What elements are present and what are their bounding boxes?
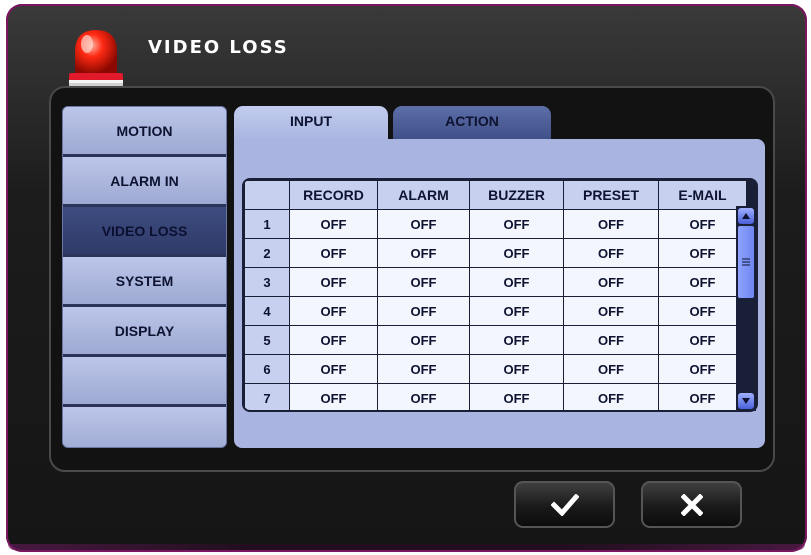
buzzer-cell[interactable]: OFF	[469, 325, 564, 355]
sidebar: MOTION ALARM IN VIDEO LOSS SYSTEM DISPLA…	[62, 106, 227, 448]
table-row: 7 OFF OFF OFF OFF OFF	[244, 383, 747, 410]
record-cell[interactable]: OFF	[289, 383, 378, 410]
alarm-cell[interactable]: OFF	[377, 354, 470, 384]
email-cell[interactable]: OFF	[658, 209, 747, 239]
table-row: 3 OFF OFF OFF OFF OFF	[244, 267, 747, 297]
alarm-cell[interactable]: OFF	[377, 325, 470, 355]
alarm-cell[interactable]: OFF	[377, 267, 470, 297]
channel-number: 3	[244, 267, 290, 297]
tab-input[interactable]: INPUT	[234, 106, 388, 141]
column-header-preset: PRESET	[563, 180, 659, 210]
alarm-cell[interactable]: OFF	[377, 238, 470, 268]
email-cell[interactable]: OFF	[658, 238, 747, 268]
sidebar-item-alarm-in[interactable]: ALARM IN	[63, 157, 226, 207]
table-row: 1 OFF OFF OFF OFF OFF	[244, 209, 747, 239]
scroll-down-icon[interactable]	[738, 393, 754, 409]
email-cell[interactable]: OFF	[658, 267, 747, 297]
buzzer-cell[interactable]: OFF	[469, 354, 564, 384]
column-header-record: RECORD	[289, 180, 378, 210]
email-cell[interactable]: OFF	[658, 383, 747, 410]
buzzer-cell[interactable]: OFF	[469, 209, 564, 239]
alarm-cell[interactable]: OFF	[377, 209, 470, 239]
table-row: 6 OFF OFF OFF OFF OFF	[244, 354, 747, 384]
table-scrollbar[interactable]	[736, 206, 756, 411]
channel-number: 6	[244, 354, 290, 384]
buzzer-cell[interactable]: OFF	[469, 296, 564, 326]
close-x-icon	[680, 493, 703, 516]
checkmark-icon	[550, 493, 579, 516]
table-row: 4 OFF OFF OFF OFF OFF	[244, 296, 747, 326]
table-row: 5 OFF OFF OFF OFF OFF	[244, 325, 747, 355]
buzzer-cell[interactable]: OFF	[469, 383, 564, 410]
preset-cell[interactable]: OFF	[563, 296, 659, 326]
email-cell[interactable]: OFF	[658, 325, 747, 355]
column-header-buzzer: BUZZER	[469, 180, 564, 210]
email-cell[interactable]: OFF	[658, 354, 747, 384]
preset-cell[interactable]: OFF	[563, 209, 659, 239]
alarm-siren-icon	[69, 30, 123, 90]
preset-cell[interactable]: OFF	[563, 325, 659, 355]
preset-cell[interactable]: OFF	[563, 383, 659, 410]
sidebar-item-motion[interactable]: MOTION	[63, 107, 226, 157]
preset-cell[interactable]: OFF	[563, 238, 659, 268]
sidebar-item-empty	[63, 407, 226, 447]
alarm-cell[interactable]: OFF	[377, 296, 470, 326]
column-header-channel	[244, 180, 290, 210]
buzzer-cell[interactable]: OFF	[469, 238, 564, 268]
channel-number: 2	[244, 238, 290, 268]
sidebar-item-empty	[63, 357, 226, 407]
sidebar-item-system[interactable]: SYSTEM	[63, 257, 226, 307]
record-cell[interactable]: OFF	[289, 238, 378, 268]
record-cell[interactable]: OFF	[289, 354, 378, 384]
scroll-up-icon[interactable]	[738, 208, 754, 224]
preset-cell[interactable]: OFF	[563, 267, 659, 297]
record-cell[interactable]: OFF	[289, 296, 378, 326]
buzzer-cell[interactable]: OFF	[469, 267, 564, 297]
table-row: 2 OFF OFF OFF OFF OFF	[244, 238, 747, 268]
record-cell[interactable]: OFF	[289, 267, 378, 297]
sidebar-item-video-loss[interactable]: VIDEO LOSS	[63, 207, 226, 257]
channel-number: 4	[244, 296, 290, 326]
column-header-email: E-MAIL	[658, 180, 747, 210]
channel-number: 7	[244, 383, 290, 410]
sidebar-item-display[interactable]: DISPLAY	[63, 307, 226, 357]
alarm-cell[interactable]: OFF	[377, 383, 470, 410]
email-cell[interactable]: OFF	[658, 296, 747, 326]
table-header-row: RECORD ALARM BUZZER PRESET E-MAIL	[244, 180, 747, 210]
record-cell[interactable]: OFF	[289, 209, 378, 239]
dialog-title: VIDEO LOSS	[148, 37, 289, 58]
cancel-button[interactable]	[641, 481, 742, 528]
column-header-alarm: ALARM	[377, 180, 470, 210]
ok-button[interactable]	[514, 481, 615, 528]
preset-cell[interactable]: OFF	[563, 354, 659, 384]
action-table: RECORD ALARM BUZZER PRESET E-MAIL 1 OFF …	[242, 178, 758, 412]
scroll-thumb[interactable]	[738, 226, 754, 298]
channel-number: 5	[244, 325, 290, 355]
tab-action[interactable]: ACTION	[393, 106, 551, 141]
channel-number: 1	[244, 209, 290, 239]
record-cell[interactable]: OFF	[289, 325, 378, 355]
